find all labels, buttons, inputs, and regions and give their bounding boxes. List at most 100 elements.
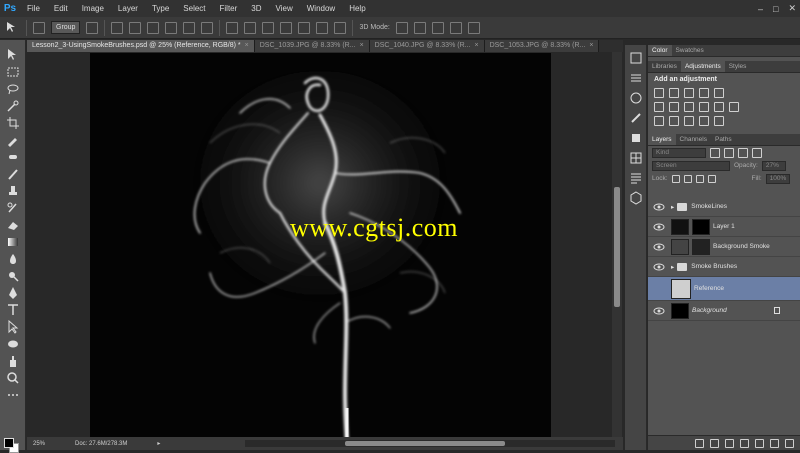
color-balance-icon[interactable]	[669, 102, 679, 112]
channel-mixer-icon[interactable]	[714, 102, 724, 112]
visibility-eye-icon[interactable]	[653, 306, 665, 316]
distribute-bottom-icon[interactable]	[262, 21, 275, 34]
adjustment-filter-icon[interactable]	[724, 147, 734, 158]
link-layers-icon[interactable]	[695, 438, 704, 448]
horizontal-scroll-thumb[interactable]	[345, 441, 505, 446]
tab-color[interactable]: Color	[648, 45, 672, 56]
layer-mask-thumbnail[interactable]	[692, 218, 710, 235]
close-tab-icon[interactable]: ×	[245, 42, 249, 49]
pen-tool-icon[interactable]	[6, 286, 20, 300]
crop-tool-icon[interactable]	[6, 116, 20, 130]
history-brush-tool-icon[interactable]	[6, 201, 20, 215]
color-lookup-icon[interactable]	[729, 102, 739, 112]
fill-field[interactable]: 100%	[765, 173, 790, 184]
distribute-left-icon[interactable]	[280, 21, 293, 34]
lock-position-icon[interactable]	[695, 174, 704, 183]
properties-panel-icon[interactable]	[629, 71, 643, 85]
document-canvas[interactable]: www.cgtsj.com	[90, 53, 551, 450]
lasso-tool-icon[interactable]	[6, 82, 20, 96]
layer-row-smoke-brushes[interactable]: ▸ Smoke Brushes	[648, 257, 800, 277]
3d-roll-icon[interactable]	[413, 21, 426, 34]
type-tool-icon[interactable]	[6, 303, 20, 317]
layer-mask-thumbnail[interactable]	[692, 238, 710, 255]
minimize-button[interactable]: –	[758, 4, 763, 14]
blur-tool-icon[interactable]	[6, 252, 20, 266]
align-vcenter-icon[interactable]	[129, 21, 142, 34]
auto-select-dropdown[interactable]: Group	[51, 21, 81, 34]
layer-style-icon[interactable]	[710, 438, 719, 448]
exposure-icon[interactable]	[699, 88, 709, 98]
menu-file[interactable]: File	[20, 0, 47, 17]
align-left-icon[interactable]	[165, 21, 178, 34]
photo-filter-icon[interactable]	[699, 102, 709, 112]
shape-filter-icon[interactable]	[752, 147, 762, 158]
horizontal-scrollbar[interactable]	[245, 440, 615, 447]
menu-edit[interactable]: Edit	[47, 0, 75, 17]
visibility-eye-icon[interactable]	[653, 222, 665, 232]
menu-window[interactable]: Window	[300, 0, 342, 17]
menu-select[interactable]: Select	[176, 0, 212, 17]
threshold-icon[interactable]	[684, 116, 694, 126]
menu-type[interactable]: Type	[145, 0, 176, 17]
expand-arrow-icon[interactable]: ▸	[671, 203, 674, 211]
menu-view[interactable]: View	[269, 0, 300, 17]
3d-slide-icon[interactable]	[449, 21, 462, 34]
shape-tool-icon[interactable]	[6, 337, 20, 351]
invert-icon[interactable]	[654, 116, 664, 126]
align-right-icon[interactable]	[201, 21, 214, 34]
clone-stamp-tool-icon[interactable]	[6, 184, 20, 198]
dodge-tool-icon[interactable]	[6, 269, 20, 283]
more-tools-icon[interactable]	[6, 388, 20, 402]
layer-row-background-smoke[interactable]: Background Smoke	[648, 237, 800, 257]
distribute-top-icon[interactable]	[226, 21, 239, 34]
menu-layer[interactable]: Layer	[111, 0, 145, 17]
auto-align-icon[interactable]	[334, 21, 347, 34]
delete-layer-icon[interactable]	[785, 438, 794, 448]
history-panel-icon[interactable]	[629, 51, 643, 65]
close-tab-icon[interactable]: ×	[589, 42, 593, 49]
type-filter-icon[interactable]	[738, 147, 748, 158]
hue-saturation-icon[interactable]	[654, 102, 664, 112]
new-layer-icon[interactable]	[770, 438, 779, 448]
gradient-map-icon[interactable]	[699, 116, 709, 126]
menu-image[interactable]: Image	[75, 0, 111, 17]
new-adjustment-icon[interactable]	[740, 438, 749, 448]
vertical-scrollbar[interactable]	[612, 52, 622, 437]
tab-styles[interactable]: Styles	[725, 61, 751, 72]
close-button[interactable]: ✕	[788, 3, 796, 14]
opacity-field[interactable]: 27%	[761, 160, 786, 171]
add-mask-icon[interactable]	[725, 438, 734, 448]
info-panel-icon[interactable]	[629, 91, 643, 105]
visibility-eye-icon[interactable]	[653, 242, 665, 252]
close-tab-icon[interactable]: ×	[474, 42, 478, 49]
blend-mode-dropdown[interactable]: Screen	[652, 160, 730, 171]
clone-source-panel-icon[interactable]	[629, 131, 643, 145]
layer-row-background[interactable]: Background	[648, 301, 800, 321]
align-hcenter-icon[interactable]	[183, 21, 196, 34]
status-arrow-icon[interactable]: ▸	[157, 440, 160, 447]
3d-panel-icon[interactable]	[629, 191, 643, 205]
healing-brush-tool-icon[interactable]	[6, 150, 20, 164]
tab-dsc-1053[interactable]: DSC_1053.JPG @ 8.33% (R... ×	[484, 40, 600, 52]
lock-all-icon[interactable]	[707, 174, 716, 183]
visibility-eye-icon[interactable]	[653, 202, 665, 212]
paragraph-panel-icon[interactable]	[629, 171, 643, 185]
lock-image-icon[interactable]	[683, 174, 692, 183]
tab-dsc-1039[interactable]: DSC_1039.JPG @ 8.33% (R... ×	[254, 40, 370, 52]
brush-tool-icon[interactable]	[6, 167, 20, 181]
posterize-icon[interactable]	[669, 116, 679, 126]
menu-filter[interactable]: Filter	[213, 0, 245, 17]
black-white-icon[interactable]	[684, 102, 694, 112]
align-bottom-icon[interactable]	[147, 21, 160, 34]
menu-3d[interactable]: 3D	[244, 0, 268, 17]
3d-rotate-icon[interactable]	[395, 21, 408, 34]
grid-panel-icon[interactable]	[629, 151, 643, 165]
distribute-hcenter-icon[interactable]	[298, 21, 311, 34]
tab-layers[interactable]: Layers	[648, 134, 676, 145]
zoom-tool-icon[interactable]	[6, 371, 20, 385]
auto-select-checkbox[interactable]	[33, 21, 45, 34]
brush-presets-panel-icon[interactable]	[629, 111, 643, 125]
marquee-tool-icon[interactable]	[6, 65, 20, 79]
foreground-color-swatch[interactable]	[4, 438, 14, 448]
distribute-right-icon[interactable]	[316, 21, 329, 34]
